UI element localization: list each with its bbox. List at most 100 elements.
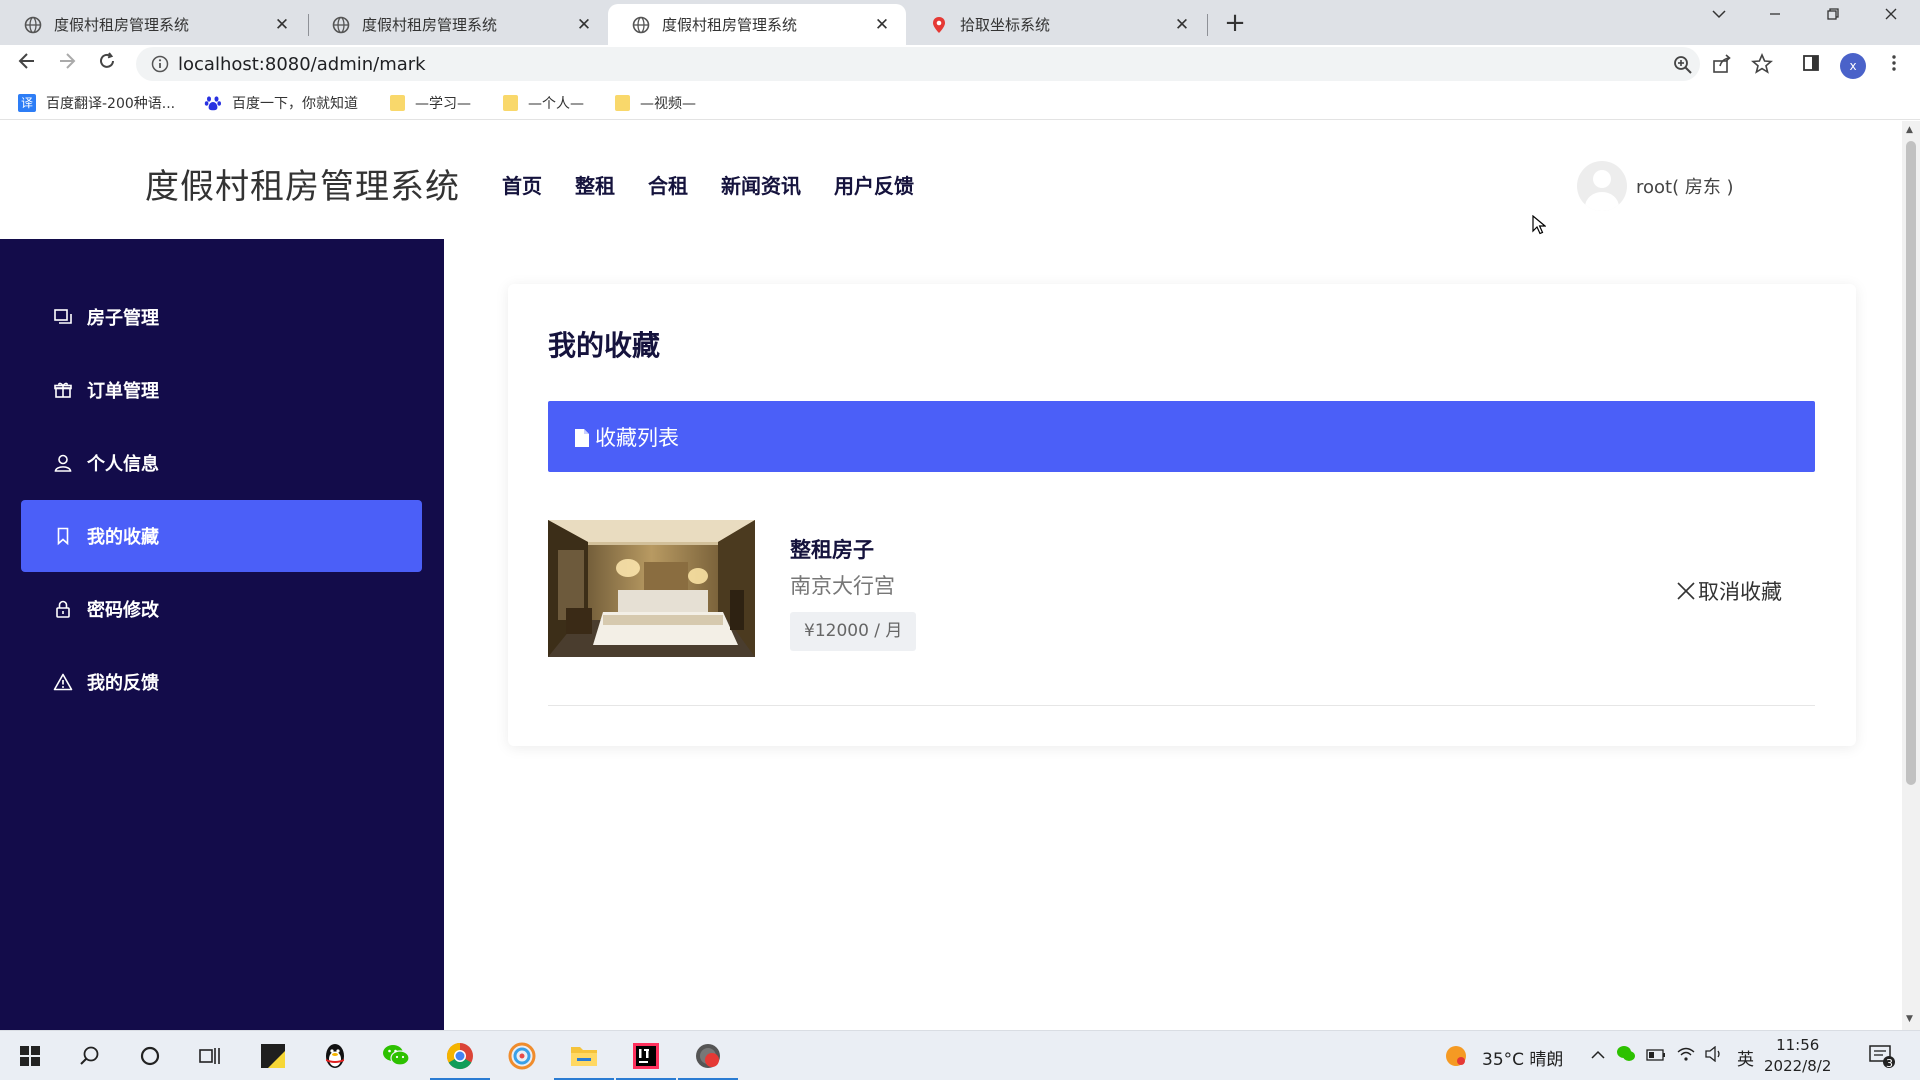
- restore-window-icon[interactable]: [1818, 6, 1848, 27]
- tab-close-icon[interactable]: ✕: [272, 15, 292, 35]
- share-icon[interactable]: [1711, 53, 1735, 77]
- browser-tab-3-active[interactable]: 度假村租房管理系统 ✕: [608, 4, 906, 45]
- sidebar-item-password[interactable]: 密码修改: [21, 573, 422, 645]
- sidebar-item-profile[interactable]: 个人信息: [21, 427, 422, 499]
- bookmark-label: —个人—: [528, 96, 584, 112]
- intellij-idea-icon[interactable]: [616, 1031, 676, 1080]
- wechat-icon[interactable]: [366, 1031, 426, 1080]
- bookmark-label: 百度一下，你就知道: [232, 96, 358, 112]
- sidebar-item-label: 密码修改: [87, 600, 159, 621]
- sidebar-item-favorites[interactable]: 我的收藏: [21, 500, 422, 572]
- tab-close-icon[interactable]: ✕: [574, 15, 594, 35]
- tray-wechat-icon[interactable]: [1616, 1045, 1636, 1068]
- input-method-indicator[interactable]: 英: [1737, 1045, 1754, 1070]
- cortana-icon[interactable]: [120, 1031, 180, 1080]
- site-logo[interactable]: 度假村租房管理系统: [145, 159, 460, 208]
- remove-favorite-button[interactable]: 取消收藏: [1676, 576, 1782, 606]
- document-icon: [575, 428, 589, 447]
- user-menu[interactable]: root( 房东 ): [1577, 161, 1734, 211]
- page-scrollbar[interactable]: ▲ ▼: [1902, 121, 1920, 1030]
- back-arrow-icon[interactable]: [13, 50, 41, 78]
- reload-icon[interactable]: [93, 50, 121, 78]
- sidebar-item-label: 订单管理: [87, 381, 159, 402]
- browser-tab-4[interactable]: 拾取坐标系统 ✕: [906, 4, 1206, 45]
- bookmarks-bar: 译 百度翻译-200种语... 百度一下，你就知道 —学习— —个人— —视频—: [0, 84, 1920, 120]
- sidebar-item-label: 个人信息: [87, 454, 159, 475]
- nav-shared-rent[interactable]: 合租: [648, 170, 688, 199]
- search-icon[interactable]: [60, 1031, 120, 1080]
- globe-icon: [632, 16, 650, 34]
- house-photo[interactable]: [548, 520, 755, 657]
- file-explorer-icon[interactable]: [554, 1031, 614, 1080]
- site-info-icon[interactable]: [150, 54, 170, 74]
- bookmark-folder-video[interactable]: —视频—: [615, 93, 696, 113]
- tab-title: 度假村租房管理系统: [662, 16, 798, 34]
- forward-arrow-icon[interactable]: [53, 50, 81, 78]
- remove-favorite-label: 取消收藏: [1698, 580, 1782, 604]
- chrome-icon[interactable]: [430, 1031, 490, 1080]
- new-tab-button[interactable]: +: [1220, 8, 1250, 38]
- sidebar-item-label: 我的收藏: [87, 527, 159, 548]
- bookmark-label: —视频—: [640, 96, 696, 112]
- task-view-icon[interactable]: [180, 1031, 240, 1080]
- bookmark-folder-personal[interactable]: —个人—: [503, 93, 584, 113]
- clock-date: 2022/8/2: [1764, 1057, 1832, 1075]
- tray-chevron-up-icon[interactable]: [1590, 1047, 1606, 1067]
- nav-feedback[interactable]: 用户反馈: [834, 170, 914, 199]
- browser-app-icon[interactable]: [492, 1031, 552, 1080]
- battery-icon[interactable]: [1646, 1047, 1666, 1067]
- zoom-icon[interactable]: [1672, 54, 1694, 76]
- folder-icon: [390, 95, 405, 111]
- gift-icon: [53, 380, 73, 400]
- scroll-up-icon[interactable]: ▲: [1906, 125, 1913, 135]
- scrollbar-thumb[interactable]: [1906, 141, 1916, 785]
- map-pin-icon: [930, 16, 948, 34]
- site-header: 度假村租房管理系统 首页 整租 合租 新闻资讯 用户反馈 root( 房东 ): [0, 121, 1902, 239]
- page-title: 我的收藏: [548, 329, 661, 362]
- screen-recorder-icon[interactable]: [678, 1031, 738, 1080]
- bookmark-baidu[interactable]: 百度一下，你就知道: [204, 93, 358, 113]
- sidebar-item-house-manage[interactable]: 房子管理: [21, 281, 422, 353]
- start-button[interactable]: [0, 1031, 60, 1080]
- close-window-icon[interactable]: [1876, 6, 1906, 27]
- scroll-down-icon[interactable]: ▼: [1906, 1014, 1913, 1024]
- tab-search-chevron-icon[interactable]: [1704, 6, 1734, 27]
- notification-count: 3: [1886, 1057, 1893, 1070]
- tab-close-icon[interactable]: ✕: [1172, 15, 1192, 35]
- wifi-icon[interactable]: [1676, 1045, 1696, 1068]
- nav-news[interactable]: 新闻资讯: [721, 170, 801, 199]
- weather-text[interactable]: 35°C 晴朗: [1482, 1045, 1563, 1070]
- bookmark-star-icon[interactable]: [1751, 52, 1775, 77]
- user-icon: [53, 453, 73, 473]
- taskbar-clock[interactable]: 11:56 2022/8/2: [1764, 1035, 1831, 1077]
- tab-close-icon[interactable]: ✕: [872, 15, 892, 35]
- more-menu-icon[interactable]: [1884, 53, 1908, 77]
- sidebar-item-my-feedback[interactable]: 我的反馈: [21, 646, 422, 718]
- side-panel-icon[interactable]: [1801, 53, 1825, 77]
- qq-penguin-icon[interactable]: [305, 1031, 365, 1080]
- address-bar[interactable]: localhost:8080/admin/mark: [136, 47, 1700, 81]
- weather-sun-icon[interactable]: [1444, 1044, 1470, 1075]
- browser-toolbar: localhost:8080/admin/mark x: [0, 45, 1920, 84]
- bookmark-baidu-translate[interactable]: 译 百度翻译-200种语...: [18, 93, 175, 113]
- tab-title: 度假村租房管理系统: [362, 16, 498, 34]
- sticky-notes-icon[interactable]: [243, 1031, 303, 1080]
- sidebar-item-orders[interactable]: 订单管理: [21, 354, 422, 426]
- house-manage-icon: [53, 307, 73, 327]
- browser-tab-bar: 度假村租房管理系统 ✕ 度假村租房管理系统 ✕ 度假村租房管理系统 ✕ 拾取坐标…: [0, 0, 1920, 45]
- globe-icon: [24, 16, 42, 34]
- browser-tab-2[interactable]: 度假村租房管理系统 ✕: [308, 4, 608, 45]
- profile-avatar[interactable]: x: [1840, 53, 1866, 79]
- favorites-list-header: 收藏列表: [548, 401, 1815, 472]
- url-text[interactable]: localhost:8080/admin/mark: [178, 54, 426, 75]
- nav-home[interactable]: 首页: [502, 170, 542, 199]
- bookmark-folder-study[interactable]: —学习—: [390, 93, 471, 113]
- house-type[interactable]: 整租房子: [790, 534, 874, 564]
- volume-icon[interactable]: [1704, 1045, 1724, 1067]
- browser-tab-1[interactable]: 度假村租房管理系统 ✕: [0, 4, 306, 45]
- user-name: root( 房东 ): [1636, 177, 1734, 198]
- sidebar: 房子管理 订单管理 个人信息 我的收藏 密码修改 我的反馈: [0, 239, 444, 1030]
- minimize-icon[interactable]: [1760, 6, 1790, 27]
- windows-taskbar: 35°C 晴朗 英 11:56 2022/8/2 3: [0, 1030, 1920, 1080]
- nav-whole-rent[interactable]: 整租: [575, 170, 615, 199]
